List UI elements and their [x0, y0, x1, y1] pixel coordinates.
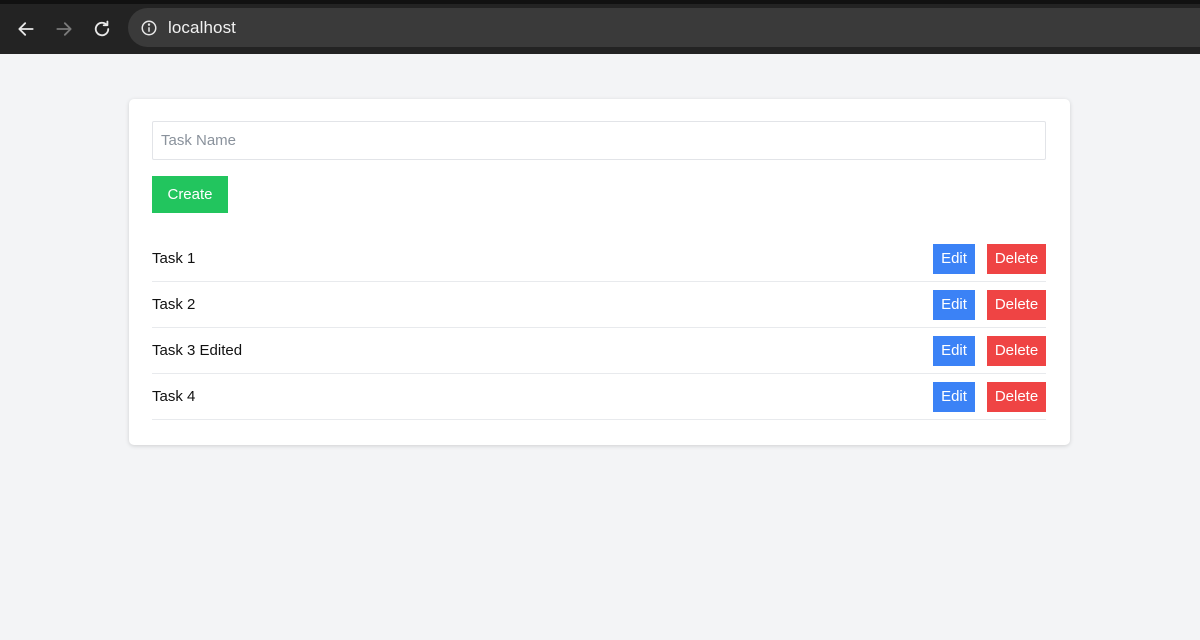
- address-bar[interactable]: localhost: [128, 8, 1200, 47]
- task-actions: Edit Delete: [933, 243, 1046, 274]
- task-row: Task 4 Edit Delete: [152, 374, 1046, 420]
- task-actions: Edit Delete: [933, 289, 1046, 320]
- back-button[interactable]: [7, 10, 45, 48]
- edit-button[interactable]: Edit: [933, 289, 975, 320]
- reload-button[interactable]: [83, 10, 121, 48]
- url-text: localhost: [168, 17, 236, 37]
- edit-button[interactable]: Edit: [933, 335, 975, 366]
- task-actions: Edit Delete: [933, 335, 1046, 366]
- page-content: Create Task 1 Edit Delete Task 2 Edit De…: [0, 54, 1200, 640]
- task-name: Task 4: [152, 388, 196, 405]
- browser-toolbar: localhost: [0, 0, 1200, 54]
- edit-button[interactable]: Edit: [933, 243, 975, 274]
- arrow-right-icon: [56, 22, 72, 36]
- delete-button[interactable]: Delete: [987, 335, 1046, 366]
- reload-icon: [94, 20, 110, 37]
- task-row: Task 1 Edit Delete: [152, 236, 1046, 282]
- delete-button[interactable]: Delete: [987, 289, 1046, 320]
- create-button[interactable]: Create: [152, 176, 228, 213]
- task-actions: Edit Delete: [933, 381, 1046, 412]
- task-name: Task 1: [152, 250, 196, 267]
- edit-button[interactable]: Edit: [933, 381, 975, 412]
- arrow-left-icon: [18, 22, 34, 36]
- info-icon[interactable]: [140, 19, 158, 37]
- forward-button[interactable]: [45, 10, 83, 48]
- task-name: Task 3 Edited: [152, 342, 243, 359]
- task-name: Task 2: [152, 296, 196, 313]
- task-card: Create Task 1 Edit Delete Task 2 Edit De…: [129, 99, 1070, 445]
- task-name-input[interactable]: [152, 121, 1046, 160]
- delete-button[interactable]: Delete: [987, 381, 1046, 412]
- delete-button[interactable]: Delete: [987, 243, 1046, 274]
- task-row: Task 3 Edited Edit Delete: [152, 328, 1046, 374]
- task-row: Task 2 Edit Delete: [152, 282, 1046, 328]
- task-list: Task 1 Edit Delete Task 2 Edit Delete Ta…: [152, 236, 1046, 420]
